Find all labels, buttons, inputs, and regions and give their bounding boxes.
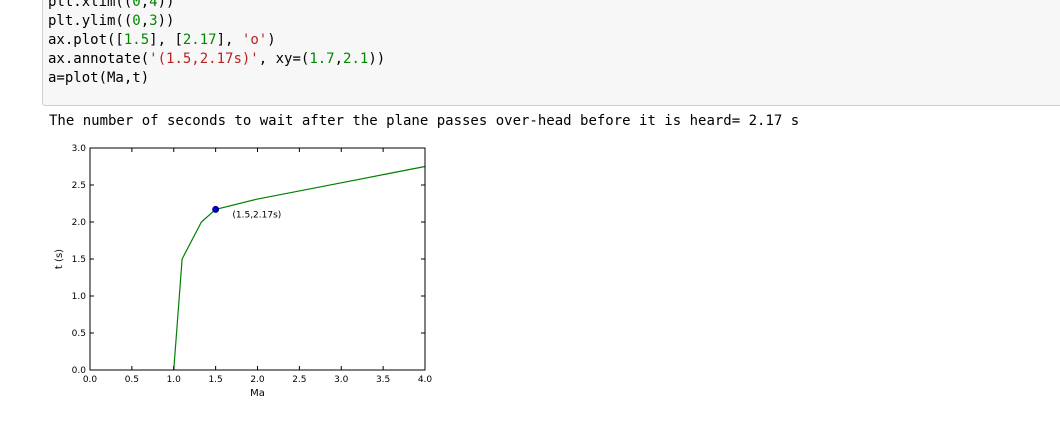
x-tick-label: 1.0: [167, 375, 182, 385]
x-tick-label: 3.5: [376, 375, 390, 385]
x-axis-label: Ma: [250, 388, 265, 399]
plot-frame: [89, 147, 426, 371]
x-tick-label: 2.0: [250, 375, 265, 385]
x-tick-label: 1.5: [208, 375, 222, 385]
x-tick-label: 4.0: [418, 375, 433, 385]
y-tick-label: 2.0: [72, 218, 87, 228]
y-tick-label: 1.0: [72, 292, 87, 302]
y-tick-label: 0.5: [72, 329, 86, 339]
y-tick-label: 0.0: [72, 366, 87, 376]
series-line: [173, 165, 426, 371]
y-axis-label: t (s): [54, 249, 65, 269]
x-tick-label: 0.0: [83, 375, 98, 385]
x-tick-label: 2.5: [292, 375, 306, 385]
y-tick-label: 1.5: [72, 255, 86, 265]
y-tick-label: 3.0: [72, 144, 87, 154]
chart: (1.5,2.17s) 0.0 0.5 1.0 1.5 2.0 2.5 3.0 3.5 4.0 0.…: [54, 144, 433, 399]
x-tick-label: 0.5: [125, 375, 139, 385]
x-tick-label: 3.0: [334, 375, 349, 385]
data-point-marker: [212, 205, 220, 213]
y-tick-label: 2.5: [72, 181, 86, 191]
annotation-label: (1.5,2.17s): [232, 211, 281, 221]
